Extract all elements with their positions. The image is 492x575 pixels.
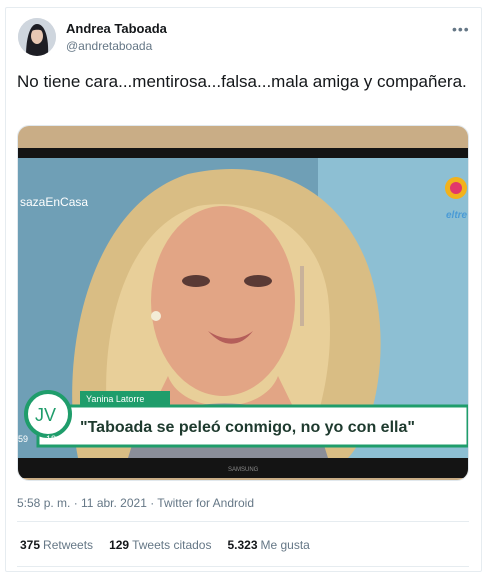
jv-logo: JV xyxy=(24,390,72,438)
lower-third-name: Yanina Latorre xyxy=(86,394,144,404)
more-horizontal-icon[interactable]: ••• xyxy=(452,21,470,37)
svg-text:eltre: eltre xyxy=(446,210,468,221)
avatar[interactable] xyxy=(18,18,56,56)
quote-tweets-stat[interactable]: 129 Tweets citados xyxy=(109,538,211,552)
clock-text: 59 xyxy=(18,434,28,444)
clock-sub: 18.9 xyxy=(46,434,64,444)
tweet-timestamp[interactable]: 5:58 p. m. · 11 abr. 2021 · Twitter for … xyxy=(17,496,254,510)
tweet-text: No tiene cara...mentirosa...falsa...mala… xyxy=(17,72,467,91)
hashtag-fragment: sazaEnCasa xyxy=(20,195,88,209)
divider xyxy=(17,521,469,522)
lower-third-quote: "Taboada se peleó conmigo, no yo con ell… xyxy=(80,419,415,436)
tweet-media[interactable]: sazaEnCasa eltre Yanina Latorre "Taboada… xyxy=(17,125,469,481)
likes-stat[interactable]: 5.323 Me gusta xyxy=(227,538,309,552)
tv-brand: SAMSUNG xyxy=(228,467,259,473)
tweet-stats: 375 Retweets 129 Tweets citados 5.323 Me gu… xyxy=(20,538,310,552)
author-name[interactable]: Andrea Taboada xyxy=(66,21,167,36)
retweets-stat[interactable]: 375 Retweets xyxy=(20,538,93,552)
divider xyxy=(17,566,469,567)
author-handle[interactable]: @andretaboada xyxy=(66,39,152,53)
svg-text:JV: JV xyxy=(35,405,56,425)
